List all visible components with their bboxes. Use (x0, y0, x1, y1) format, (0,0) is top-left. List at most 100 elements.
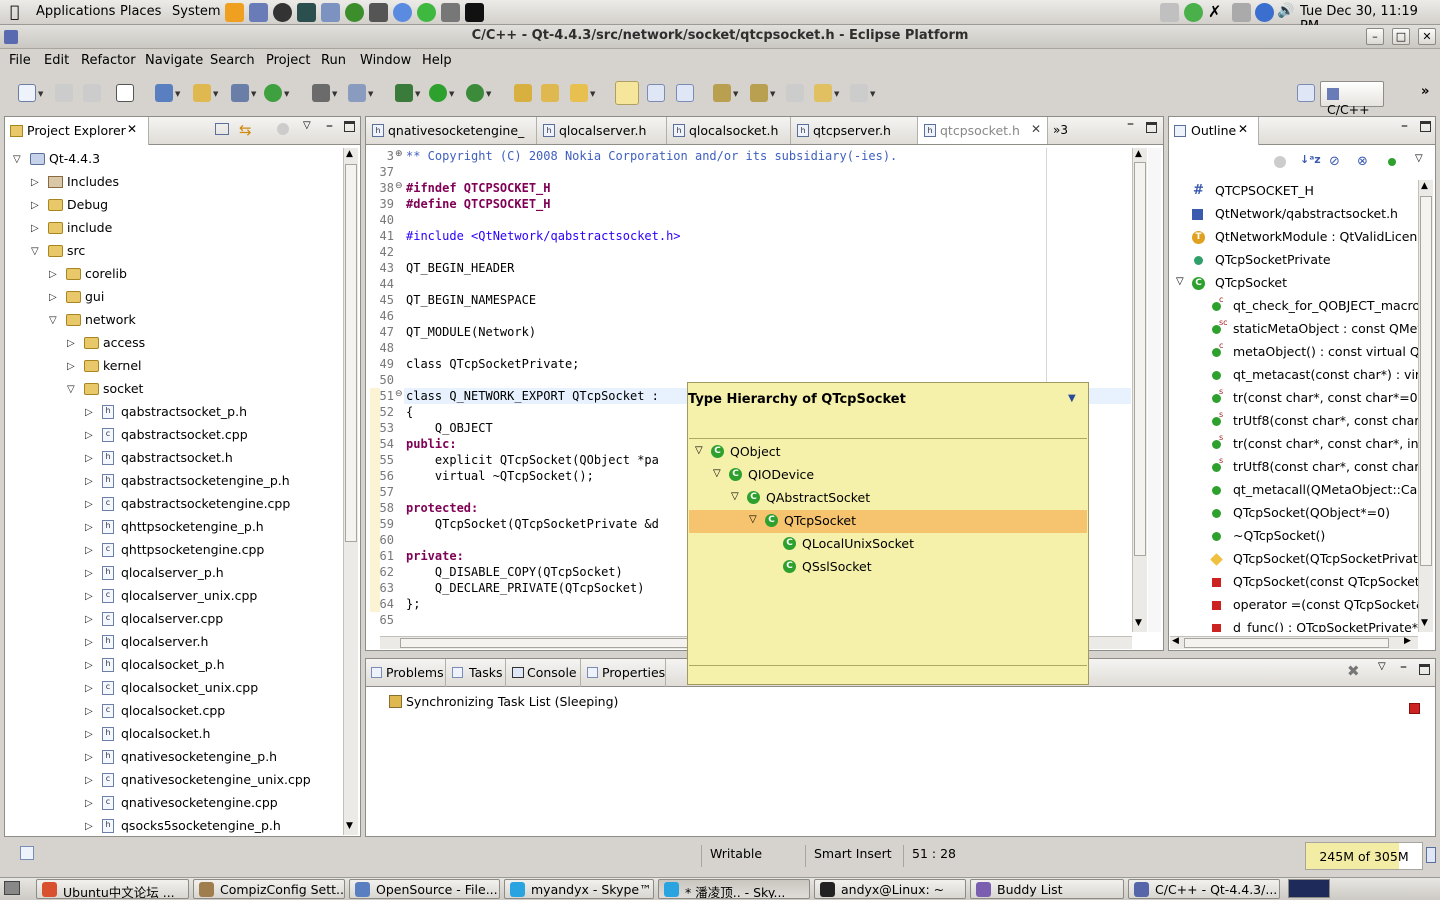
outline-item[interactable]: qt_metacall(QMetaObject::Call, (1170, 479, 1418, 502)
tree-item[interactable]: ▷ h qhttpsocketengine_p.h (5, 516, 342, 539)
build-icon[interactable] (116, 84, 134, 102)
print-icon[interactable] (83, 84, 101, 102)
taskbar-button[interactable]: OpenSource - File... (349, 879, 500, 899)
garbage-collect-icon[interactable] (1426, 847, 1436, 863)
outline-item[interactable]: sc staticMetaObject : const QMeta( (1170, 318, 1418, 341)
outline-item[interactable]: # QTCPSOCKET_H (1170, 180, 1418, 203)
chevron-right-icon[interactable]: ▷ (85, 493, 93, 516)
tree-item[interactable]: ▷ h qsocks5socketengine_p.h (5, 815, 342, 835)
outline-item[interactable]: ▽ C QTcpSocket (1170, 272, 1418, 295)
chevron-down-icon[interactable]: ▽ (713, 468, 721, 479)
hide-fields-icon[interactable] (1274, 156, 1286, 168)
new-class-icon[interactable] (264, 84, 282, 102)
block-select-icon[interactable] (676, 84, 694, 102)
chevron-right-icon[interactable]: ▷ (85, 792, 93, 815)
chevron-right-icon[interactable]: ▷ (85, 562, 93, 585)
maximize-editor-icon[interactable] (1146, 122, 1157, 133)
settings-icon[interactable] (348, 84, 366, 102)
maximize-view-icon[interactable] (1419, 664, 1430, 675)
launcher-icon[interactable] (249, 3, 268, 22)
chevron-down-icon[interactable]: ▽ (49, 309, 57, 332)
hierarchy-item[interactable]: C QSslSocket (689, 556, 1087, 579)
outline-item[interactable]: T QtNetworkModule : QtValidLicenseF (1170, 226, 1418, 249)
hierarchy-item[interactable]: ▽ C QIODevice (689, 464, 1087, 487)
minimize-view-icon[interactable]: – (1401, 118, 1408, 134)
outline-item[interactable]: s trUtf8(const char*, const char* (1170, 410, 1418, 433)
outline-hscroll[interactable]: ◀ ▶ (1170, 636, 1418, 649)
hierarchy-item[interactable]: ▽ C QTcpSocket (689, 510, 1087, 533)
tree-item[interactable]: ▷ c qabstractsocket.cpp (5, 424, 342, 447)
taskbar-button[interactable]: Buddy List (970, 879, 1124, 899)
hierarchy-item[interactable]: C QLocalUnixSocket (689, 533, 1087, 556)
popup-menu-icon[interactable]: ▼ (1068, 393, 1076, 404)
scrollbar-thumb[interactable] (345, 164, 357, 542)
tab-console[interactable]: Console (507, 659, 581, 687)
menu-edit[interactable]: Edit (44, 53, 69, 68)
scrollbar-thumb[interactable] (1184, 638, 1389, 648)
chevron-right-icon[interactable]: ▷ (49, 286, 57, 309)
tree-item[interactable]: ▷ kernel (5, 355, 342, 378)
places-menu[interactable]: Places (120, 4, 161, 19)
maximize-view-icon[interactable] (344, 121, 355, 132)
scrollbar-thumb[interactable] (1134, 162, 1146, 556)
debug-icon[interactable] (395, 84, 413, 102)
menu-run[interactable]: Run (321, 53, 346, 68)
chevron-down-icon[interactable]: ▽ (731, 491, 739, 502)
menu-help[interactable]: Help (422, 53, 452, 68)
outline-item[interactable]: c qt_check_for_QOBJECT_macro( (1170, 295, 1418, 318)
chevron-right-icon[interactable]: ▷ (85, 677, 93, 700)
tree-item[interactable]: ▷ include (5, 217, 342, 240)
maximize-button[interactable]: □ (1392, 28, 1410, 45)
view-menu-icon[interactable]: ▽ (1415, 153, 1423, 164)
outline-item[interactable]: QTcpSocketPrivate (1170, 249, 1418, 272)
outline-item[interactable]: QTcpSocket(QTcpSocketPrivate& (1170, 548, 1418, 571)
chevron-right-icon[interactable]: ▷ (85, 470, 93, 493)
tab-outline[interactable]: Outline ✕ (1169, 117, 1259, 145)
chevron-down-icon[interactable]: ▽ (1176, 276, 1184, 287)
view-menu-icon[interactable]: ▽ (303, 120, 311, 131)
outline-item[interactable]: QtNetwork/qabstractsocket.h (1170, 203, 1418, 226)
info-icon[interactable] (1255, 3, 1274, 22)
monitor-icon[interactable] (297, 3, 316, 22)
editor-tab[interactable]: h qlocalsocket.h (667, 117, 791, 144)
minimize-view-icon[interactable]: – (1400, 659, 1407, 675)
outline-item[interactable]: QTcpSocket(QObject*=0) (1170, 502, 1418, 525)
menu-navigate[interactable]: Navigate (145, 53, 203, 68)
launcher-icon[interactable] (225, 3, 244, 22)
chevron-right-icon[interactable]: ▷ (85, 516, 93, 539)
chevron-down-icon[interactable]: ▽ (749, 514, 757, 525)
chevron-right-icon[interactable]: ▷ (85, 723, 93, 746)
skype-icon[interactable] (417, 3, 436, 22)
close-icon[interactable]: ✕ (1031, 122, 1041, 136)
tree-item[interactable]: ▽ src (5, 240, 342, 263)
hide-members-icon[interactable] (1388, 158, 1396, 166)
close-icon[interactable]: ✕ (127, 122, 137, 136)
view-menu-icon[interactable]: ▽ (1378, 661, 1386, 672)
back-icon[interactable] (814, 84, 832, 102)
window-titlebar[interactable]: C/C++ - Qt-4.4.3/src/network/socket/qtcp… (0, 25, 1440, 49)
tree-item[interactable]: ▷ c qlocalsocket_unix.cpp (5, 677, 342, 700)
minimize-editor-icon[interactable]: – (1127, 116, 1134, 132)
chevron-right-icon[interactable]: ▷ (85, 746, 93, 769)
chevron-right-icon[interactable]: » (1421, 84, 1429, 99)
minimize-view-icon[interactable]: – (326, 118, 333, 134)
clear-icon[interactable]: ✖ (1347, 662, 1360, 680)
menu-search[interactable]: Search (210, 53, 255, 68)
tray-icon[interactable] (1184, 3, 1203, 22)
tree-item[interactable]: ▷ c qlocalserver_unix.cpp (5, 585, 342, 608)
forward-icon[interactable] (850, 84, 868, 102)
launcher-icon[interactable] (321, 3, 340, 22)
tree-item[interactable]: ▽ network (5, 309, 342, 332)
new-icon[interactable] (18, 84, 36, 102)
editor-tab[interactable]: h qnativesocketengine_ (366, 117, 537, 144)
tree-item[interactable]: ▷ h qabstractsocketengine_p.h (5, 470, 342, 493)
menu-file[interactable]: File (9, 53, 31, 68)
project-tree-scrollbar[interactable]: ▲ ▼ (343, 148, 358, 835)
prev-annotation-icon[interactable] (750, 84, 768, 102)
link-editor-icon[interactable]: ⇆ (239, 121, 252, 139)
save-icon[interactable] (55, 84, 73, 102)
tree-item[interactable]: ▷ c qlocalserver.cpp (5, 608, 342, 631)
chevron-down-icon[interactable]: ▽ (31, 240, 39, 263)
taskbar-button[interactable]: CompizConfig Sett... (193, 879, 345, 899)
chevron-right-icon[interactable]: ▷ (85, 539, 93, 562)
